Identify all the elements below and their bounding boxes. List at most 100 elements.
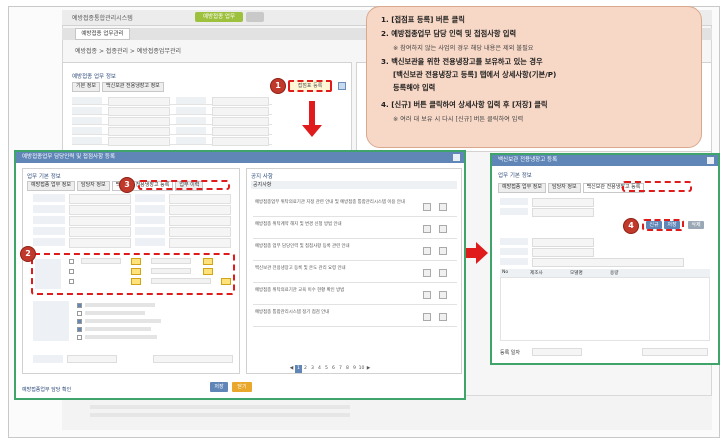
list-item[interactable]: 백신보관 전용냉장고 등록 및 온도 관리 요령 안내 xyxy=(253,263,457,283)
instruction-step-3a: 3. 백신보관을 위한 전용냉장고를 보유하고 있는 경우 xyxy=(381,57,543,66)
instruction-step-4-note: ※ 여러 대 보유 시 다시 [신규] 버튼 클릭하여 입력 xyxy=(393,116,524,123)
close-icon[interactable] xyxy=(707,157,714,164)
form-row xyxy=(500,207,710,217)
list-item[interactable]: 예방접종 위탁의료기관 교육 이수 현황 확인 방법 xyxy=(253,285,457,305)
left-panel-header: 업무 기본 정보 xyxy=(27,174,61,180)
col-maker: 제조사 xyxy=(530,271,543,276)
list-item[interactable]: 예방접종 위탁계약 해지 및 변경 신청 방법 안내 xyxy=(253,219,457,239)
form-row xyxy=(33,193,239,204)
checkbox[interactable] xyxy=(77,303,82,308)
list-item-text: 예방접종 위탁의료기관 교육 이수 현황 확인 방법 xyxy=(255,288,345,293)
option-line xyxy=(85,327,151,331)
form-row xyxy=(500,197,710,207)
list-item[interactable]: 예방접종 통합관리시스템 정기 점검 안내 xyxy=(253,307,457,327)
fridge-tab-highlight[interactable] xyxy=(622,181,692,192)
page-next[interactable]: ▶ xyxy=(365,365,372,373)
page-1[interactable]: 1 xyxy=(295,365,302,373)
tab-manager-info[interactable]: 담당자 정보 xyxy=(547,183,581,193)
contact-field[interactable] xyxy=(151,258,191,264)
date-field[interactable] xyxy=(532,348,582,356)
step-3-badge: 3 xyxy=(120,178,134,192)
checkbox[interactable] xyxy=(77,327,82,332)
close-icon[interactable] xyxy=(453,154,460,161)
tab-manager-info[interactable]: 담당자 정보 xyxy=(76,181,110,191)
list-item-text: 예방접종 통합관리시스템 정기 점검 안내 xyxy=(255,310,330,315)
checkbox[interactable] xyxy=(77,335,82,340)
doc-icon[interactable] xyxy=(423,313,431,321)
doc-icon[interactable] xyxy=(423,291,431,299)
page-7[interactable]: 7 xyxy=(337,365,344,373)
contact-field[interactable] xyxy=(151,278,211,284)
arrow-down-icon xyxy=(309,101,315,127)
delete-button[interactable]: 삭제 xyxy=(688,221,704,229)
date-field-2[interactable] xyxy=(642,348,708,356)
option-label xyxy=(33,301,69,341)
download-icon[interactable] xyxy=(439,291,447,299)
save-button[interactable]: 저장 xyxy=(210,382,228,392)
page-5[interactable]: 5 xyxy=(323,365,330,373)
page-10[interactable]: 10 xyxy=(358,365,365,373)
checkbox[interactable] xyxy=(69,259,74,264)
checkbox[interactable] xyxy=(69,279,74,284)
highlight-cell[interactable] xyxy=(221,278,231,285)
download-icon[interactable] xyxy=(439,313,447,321)
tab-vaccination-info[interactable]: 예방접종 업무 정보 xyxy=(27,181,75,191)
checkbox[interactable] xyxy=(77,311,82,316)
register-contact-button[interactable]: 접점표 등록 xyxy=(288,80,332,92)
footer-field[interactable] xyxy=(67,355,117,363)
highlight-cell[interactable] xyxy=(131,278,141,285)
download-icon[interactable] xyxy=(439,269,447,277)
highlight-cell[interactable] xyxy=(203,268,213,275)
top-menu-button[interactable]: 예방접종 업무 xyxy=(195,12,243,22)
list-item[interactable]: 예방접종업무 위탁의료기관 지정 관련 안내 및 예방접종 통합관리시스템 이용… xyxy=(253,197,457,217)
tab-vaccination-info[interactable]: 예방접종 업무 정보 xyxy=(498,183,546,193)
background-form-row xyxy=(72,126,272,136)
list-item[interactable]: 예방접종 업무 담당인력 및 접점사항 등록 관련 안내 xyxy=(253,241,457,261)
doc-icon[interactable] xyxy=(423,225,431,233)
close-button[interactable]: 닫기 xyxy=(232,382,252,392)
highlight-cell[interactable] xyxy=(203,258,213,265)
doc-icon[interactable] xyxy=(423,269,431,277)
subtab-fridge[interactable]: 백신보관 전용냉장고 정보 xyxy=(102,82,164,92)
contact-register-dialog: 예방접종업무 담당인력 및 접점사항 등록 업무 기본 정보 예방접종 업무 정… xyxy=(14,150,466,400)
instruction-step-4: 4. [신규] 버튼 클릭하여 상세사항 입력 후 [저장] 클릭 xyxy=(381,100,548,109)
tab-active[interactable]: 예방접종 업무관리 xyxy=(75,28,130,40)
help-icon[interactable] xyxy=(338,82,346,90)
page-prev[interactable]: ◀ xyxy=(288,365,295,373)
doc-icon[interactable] xyxy=(423,203,431,211)
footer-label xyxy=(33,355,63,363)
page-9[interactable]: 9 xyxy=(351,365,358,373)
background-bottom-line xyxy=(90,413,350,417)
pagination: ◀ 1 2 3 4 5 6 7 8 9 10 ▶ xyxy=(288,364,398,373)
download-icon[interactable] xyxy=(439,225,447,233)
download-icon[interactable] xyxy=(439,203,447,211)
top-menu-button-2[interactable] xyxy=(246,12,264,22)
page-6[interactable]: 6 xyxy=(330,365,337,373)
page-4[interactable]: 4 xyxy=(316,365,323,373)
arrow-down-head-icon xyxy=(302,125,322,137)
checkbox[interactable] xyxy=(69,269,74,274)
page-2[interactable]: 2 xyxy=(302,365,309,373)
contact-field[interactable] xyxy=(151,268,191,274)
manager-name-field[interactable] xyxy=(81,258,121,264)
page-8[interactable]: 8 xyxy=(344,365,351,373)
footer-link[interactable]: 예방접종업무 담당 확인 xyxy=(22,386,71,393)
highlight-cell[interactable] xyxy=(131,268,141,275)
step-1-badge: 1 xyxy=(271,79,285,93)
breadcrumb: 예방접종 > 접종관리 > 예방접종업무관리 xyxy=(75,48,182,55)
dialog2-title: 백신보관 전용냉장고 등록 xyxy=(492,155,718,166)
footer-field-2[interactable] xyxy=(153,355,233,363)
option-line xyxy=(85,311,145,315)
form-row xyxy=(33,204,239,215)
download-icon[interactable] xyxy=(439,247,447,255)
save-button[interactable]: 저장 xyxy=(664,221,680,229)
doc-icon[interactable] xyxy=(423,247,431,255)
subtab-basic[interactable]: 기본 정보 xyxy=(72,82,100,92)
fridge-table-body xyxy=(500,277,710,341)
highlight-cell[interactable] xyxy=(131,258,141,265)
page-3[interactable]: 3 xyxy=(309,365,316,373)
fridge-tab-highlight[interactable] xyxy=(138,180,230,190)
manager-label xyxy=(35,259,61,289)
new-button[interactable]: 신규 xyxy=(646,221,662,229)
checkbox[interactable] xyxy=(77,319,82,324)
